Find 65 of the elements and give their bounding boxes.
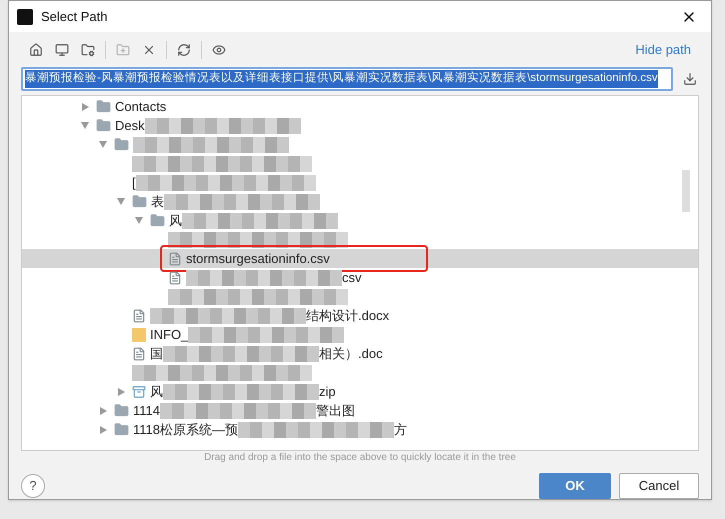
- tree-row[interactable]: 1118松原系统—预 方: [22, 420, 698, 440]
- hide-path-link[interactable]: Hide path: [635, 40, 691, 60]
- item-label: 1114: [133, 402, 160, 420]
- scrollbar-thumb[interactable]: [682, 170, 690, 212]
- help-button[interactable]: ?: [21, 474, 45, 498]
- path-field[interactable]: 暴潮预报检验-风暴潮预报检验情况表以及详细表接口提供\风暴潮实况数据表\风暴潮实况数据表\stormsurgesationinfo.csv: [21, 67, 674, 92]
- item-label: 方: [394, 420, 407, 439]
- tree-row[interactable]: 表: [22, 192, 698, 212]
- tree-row[interactable]: 风 zip: [22, 382, 698, 402]
- tree-row[interactable]: 结构设计.docx: [22, 306, 698, 326]
- item-label: 警出图: [316, 402, 355, 420]
- tree-row[interactable]: Desk: [22, 116, 698, 136]
- item-label: Desk: [115, 116, 145, 135]
- document-icon: [132, 346, 146, 361]
- collapsed-arrow-icon[interactable]: [100, 406, 106, 415]
- app-logo-icon: [17, 8, 33, 25]
- download-icon: [683, 72, 698, 86]
- ok-button[interactable]: OK: [539, 473, 611, 499]
- tree-row[interactable]: csv: [22, 268, 698, 288]
- tree-row[interactable]: Contacts: [22, 97, 698, 116]
- tree-row[interactable]: [: [22, 173, 698, 192]
- folder-plus-icon: [116, 42, 130, 57]
- expanded-arrow-icon[interactable]: [117, 198, 125, 206]
- tree-row[interactable]: 国 相关）.doc: [22, 344, 698, 364]
- tree-row[interactable]: 风: [22, 211, 698, 230]
- file-icon: [168, 270, 182, 285]
- item-label: Contacts: [115, 98, 166, 116]
- item-label: 国: [150, 344, 163, 363]
- folder-icon: [96, 118, 111, 134]
- archive-icon: [132, 384, 146, 399]
- folder-icon: [96, 99, 111, 114]
- tree-row[interactable]: 1114 警出图: [22, 401, 698, 420]
- item-label: zip: [319, 382, 336, 401]
- item-label: stormsurgesationinfo.csv: [186, 250, 330, 268]
- folder-icon: [150, 213, 165, 228]
- item-label: [: [132, 174, 136, 192]
- item-label: csv: [342, 268, 362, 287]
- monitor-icon: [55, 42, 69, 57]
- item-label: 风: [169, 212, 182, 230]
- item-label: INFO_: [150, 326, 188, 344]
- folder-icon: [132, 194, 147, 210]
- expanded-arrow-icon[interactable]: [81, 122, 89, 130]
- file-icon: [168, 252, 182, 266]
- cancel-button[interactable]: Cancel: [619, 473, 699, 499]
- document-icon: [132, 308, 146, 323]
- expanded-arrow-icon[interactable]: [135, 217, 143, 224]
- item-label: 结构设计.docx: [306, 306, 390, 325]
- item-label: 风: [150, 382, 163, 401]
- tree-row[interactable]: INFO_: [22, 325, 698, 344]
- window-title: Select Path: [41, 8, 108, 26]
- folder-icon: [114, 422, 129, 438]
- collapsed-arrow-icon[interactable]: [100, 426, 106, 434]
- collapsed-arrow-icon[interactable]: [82, 102, 88, 111]
- refresh-icon: [177, 42, 191, 57]
- folder-icon: [114, 403, 129, 418]
- folder-gear-icon: [81, 42, 95, 57]
- expanded-arrow-icon[interactable]: [99, 141, 107, 148]
- folder-icon: [114, 137, 129, 152]
- item-label: 相关）.doc: [319, 344, 383, 363]
- collapsed-arrow-icon[interactable]: [118, 388, 124, 396]
- item-label: 1118松原系统—预: [133, 420, 238, 439]
- eye-icon: [212, 42, 226, 57]
- hint-text: Drag and drop a file into the space above to quickly locate it in the tree: [203, 451, 517, 465]
- item-label: 表: [151, 192, 164, 211]
- home-icon: [29, 42, 43, 57]
